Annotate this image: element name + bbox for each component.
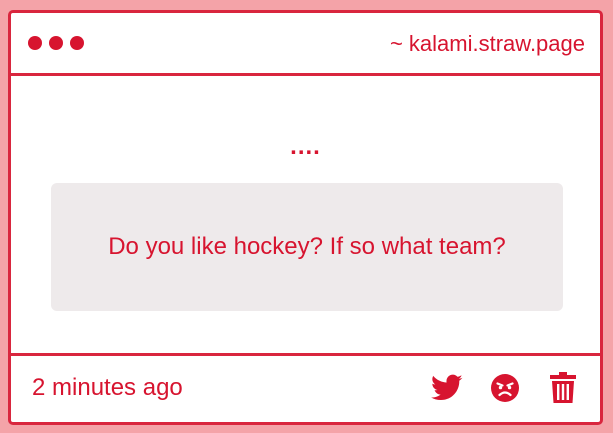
- twitter-icon: [431, 374, 463, 400]
- window-dot: [28, 36, 42, 50]
- action-bar: [430, 371, 580, 405]
- question-box: Do you like hockey? If so what team?: [51, 183, 563, 311]
- window-dot: [49, 36, 63, 50]
- window-dot: [70, 36, 84, 50]
- question-card: ~ kalami.straw.page .... Do you like hoc…: [8, 10, 603, 425]
- question-text: Do you like hockey? If so what team?: [108, 233, 506, 260]
- site-link[interactable]: ~ kalami.straw.page: [390, 31, 585, 57]
- window-dots: [28, 36, 84, 50]
- card-footer: 2 minutes ago: [11, 353, 600, 422]
- delete-button[interactable]: [546, 371, 580, 405]
- card-header: ~ kalami.straw.page: [11, 13, 600, 76]
- angry-face-icon: [491, 374, 519, 402]
- timestamp: 2 minutes ago: [32, 374, 183, 401]
- ellipsis: ....: [290, 133, 321, 160]
- report-button[interactable]: [488, 371, 522, 405]
- twitter-share-button[interactable]: [430, 371, 464, 405]
- trash-icon: [550, 372, 576, 403]
